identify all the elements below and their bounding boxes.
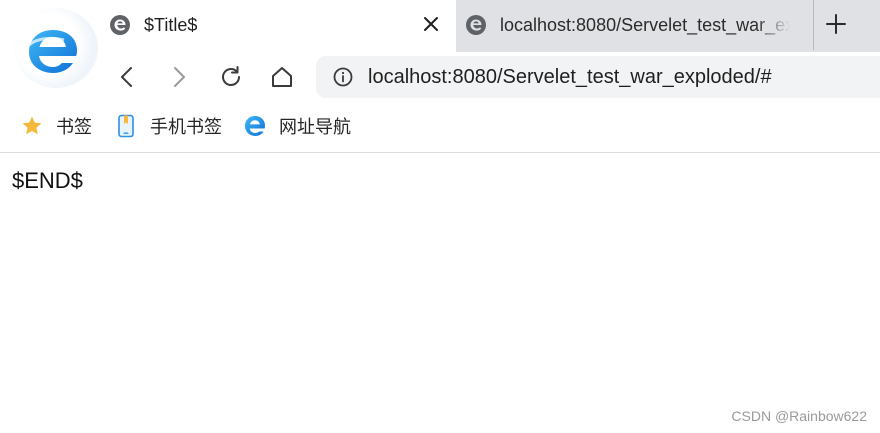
watermark: CSDN @Rainbow622 (731, 408, 867, 424)
bookmark-folder-bookmarks[interactable]: 书签 (20, 114, 92, 138)
forward-arrow-icon[interactable] (166, 64, 192, 90)
page-body-text: $END$ (12, 168, 83, 193)
bookmark-label: 书签 (56, 117, 92, 137)
tab-inactive[interactable]: localhost:8080/Servelet_test_war_explode… (456, 0, 814, 50)
bookmark-site-navigation[interactable]: 网址导航 (243, 114, 351, 138)
browser-logo[interactable] (14, 8, 98, 88)
bookmark-label: 手机书签 (150, 117, 222, 137)
address-bar[interactable]: localhost:8080/Servelet_test_war_explode… (316, 56, 880, 98)
edge-icon (466, 15, 486, 35)
edge-icon (110, 15, 130, 35)
tab-separator (813, 0, 814, 50)
edge-logo-icon (24, 30, 77, 73)
tab-title: localhost:8080/Servelet_test_war_explode… (500, 14, 790, 35)
tab-title: $Title$ (144, 14, 198, 35)
phone-bookmark-icon (118, 114, 134, 138)
tab-active[interactable]: $Title$ (100, 0, 456, 50)
star-icon (22, 116, 42, 135)
tab-strip: $Title$ localhost:8080/Servelet_test_war… (0, 0, 880, 88)
refresh-icon[interactable] (218, 64, 244, 90)
edge-icon (245, 116, 265, 136)
home-icon[interactable] (269, 64, 295, 90)
back-arrow-icon[interactable] (114, 64, 140, 90)
close-icon[interactable] (422, 15, 440, 33)
info-icon[interactable] (332, 66, 354, 88)
bookmark-folder-mobile[interactable]: 手机书签 (114, 114, 222, 138)
url-text[interactable]: localhost:8080/Servelet_test_war_explode… (368, 66, 772, 89)
new-tab-plus-icon[interactable] (824, 12, 848, 36)
toolbar-divider (0, 152, 880, 153)
bookmarks-bar: 书签 手机书签 网址导航 (0, 106, 880, 146)
bookmark-label: 网址导航 (279, 117, 351, 137)
